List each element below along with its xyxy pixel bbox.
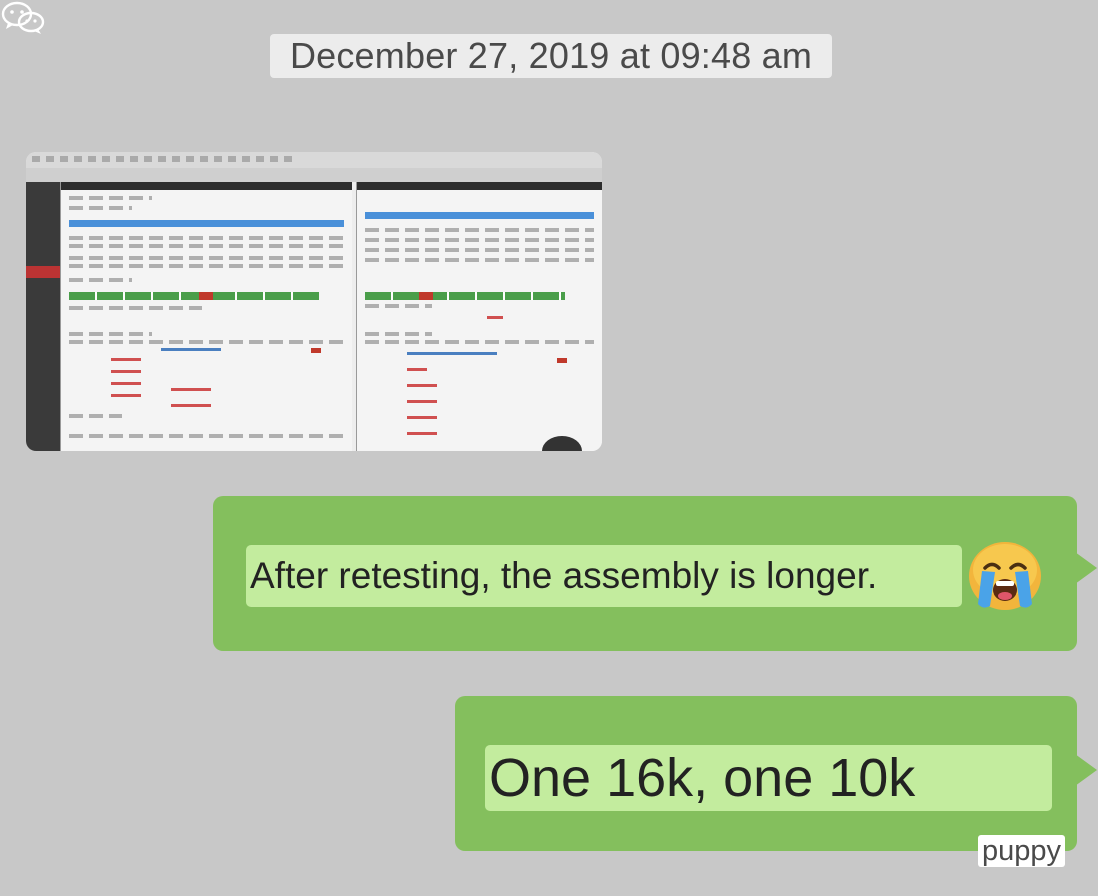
message-bubble[interactable]: After retesting, the assembly is longer. [213,496,1097,651]
message-text: One 16k, one 10k [485,745,1052,811]
watermark-label: puppy [978,835,1066,867]
shared-screenshot-image[interactable] [26,152,602,451]
message-bubble[interactable]: One 16k, one 10k [455,696,1097,851]
wechat-icon [1,1,45,34]
chat-timestamp: December 27, 2019 at 09:48 am [270,34,832,78]
loudly-crying-face-icon [969,542,1041,610]
message-text: After retesting, the assembly is longer. [246,545,962,607]
